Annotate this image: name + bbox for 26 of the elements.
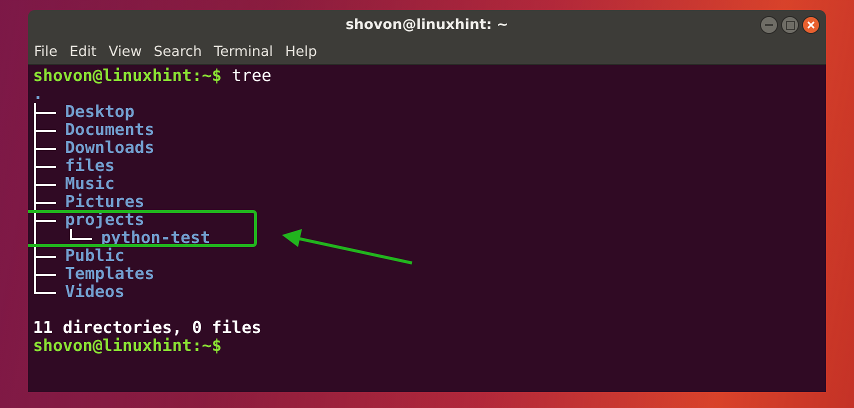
tree-root: . <box>33 84 43 103</box>
command-text: tree <box>232 66 272 85</box>
menu-item[interactable]: File <box>34 44 58 60</box>
minimize-button[interactable] <box>760 16 778 34</box>
menu-item[interactable]: Terminal <box>214 44 274 60</box>
directory-name: Pictures <box>65 192 144 211</box>
shell-prompt: shovon@linuxhint:~$ <box>33 336 222 355</box>
summary-text: 11 directories, 0 files <box>33 318 262 337</box>
directory-name: Videos <box>65 282 125 301</box>
close-icon <box>807 21 815 29</box>
directory-name: files <box>65 156 115 175</box>
directory-name: Music <box>65 174 115 193</box>
menu-item[interactable]: Help <box>285 44 317 60</box>
directory-name: projects <box>65 210 144 229</box>
directory-name: Public <box>65 246 125 265</box>
directory-name: Desktop <box>65 102 135 121</box>
directory-name: python-test <box>101 228 210 247</box>
directory-name: Templates <box>65 264 154 283</box>
menu-item[interactable]: Edit <box>69 44 97 60</box>
menu-item[interactable]: Search <box>154 44 202 60</box>
directory-name: Downloads <box>65 138 154 157</box>
close-button[interactable] <box>802 16 820 34</box>
directory-name: Documents <box>65 120 154 139</box>
window-title: shovon@linuxhint: ~ <box>346 17 508 33</box>
shell-prompt: shovon@linuxhint:~$ <box>33 66 222 85</box>
menu-item[interactable]: View <box>108 44 142 60</box>
